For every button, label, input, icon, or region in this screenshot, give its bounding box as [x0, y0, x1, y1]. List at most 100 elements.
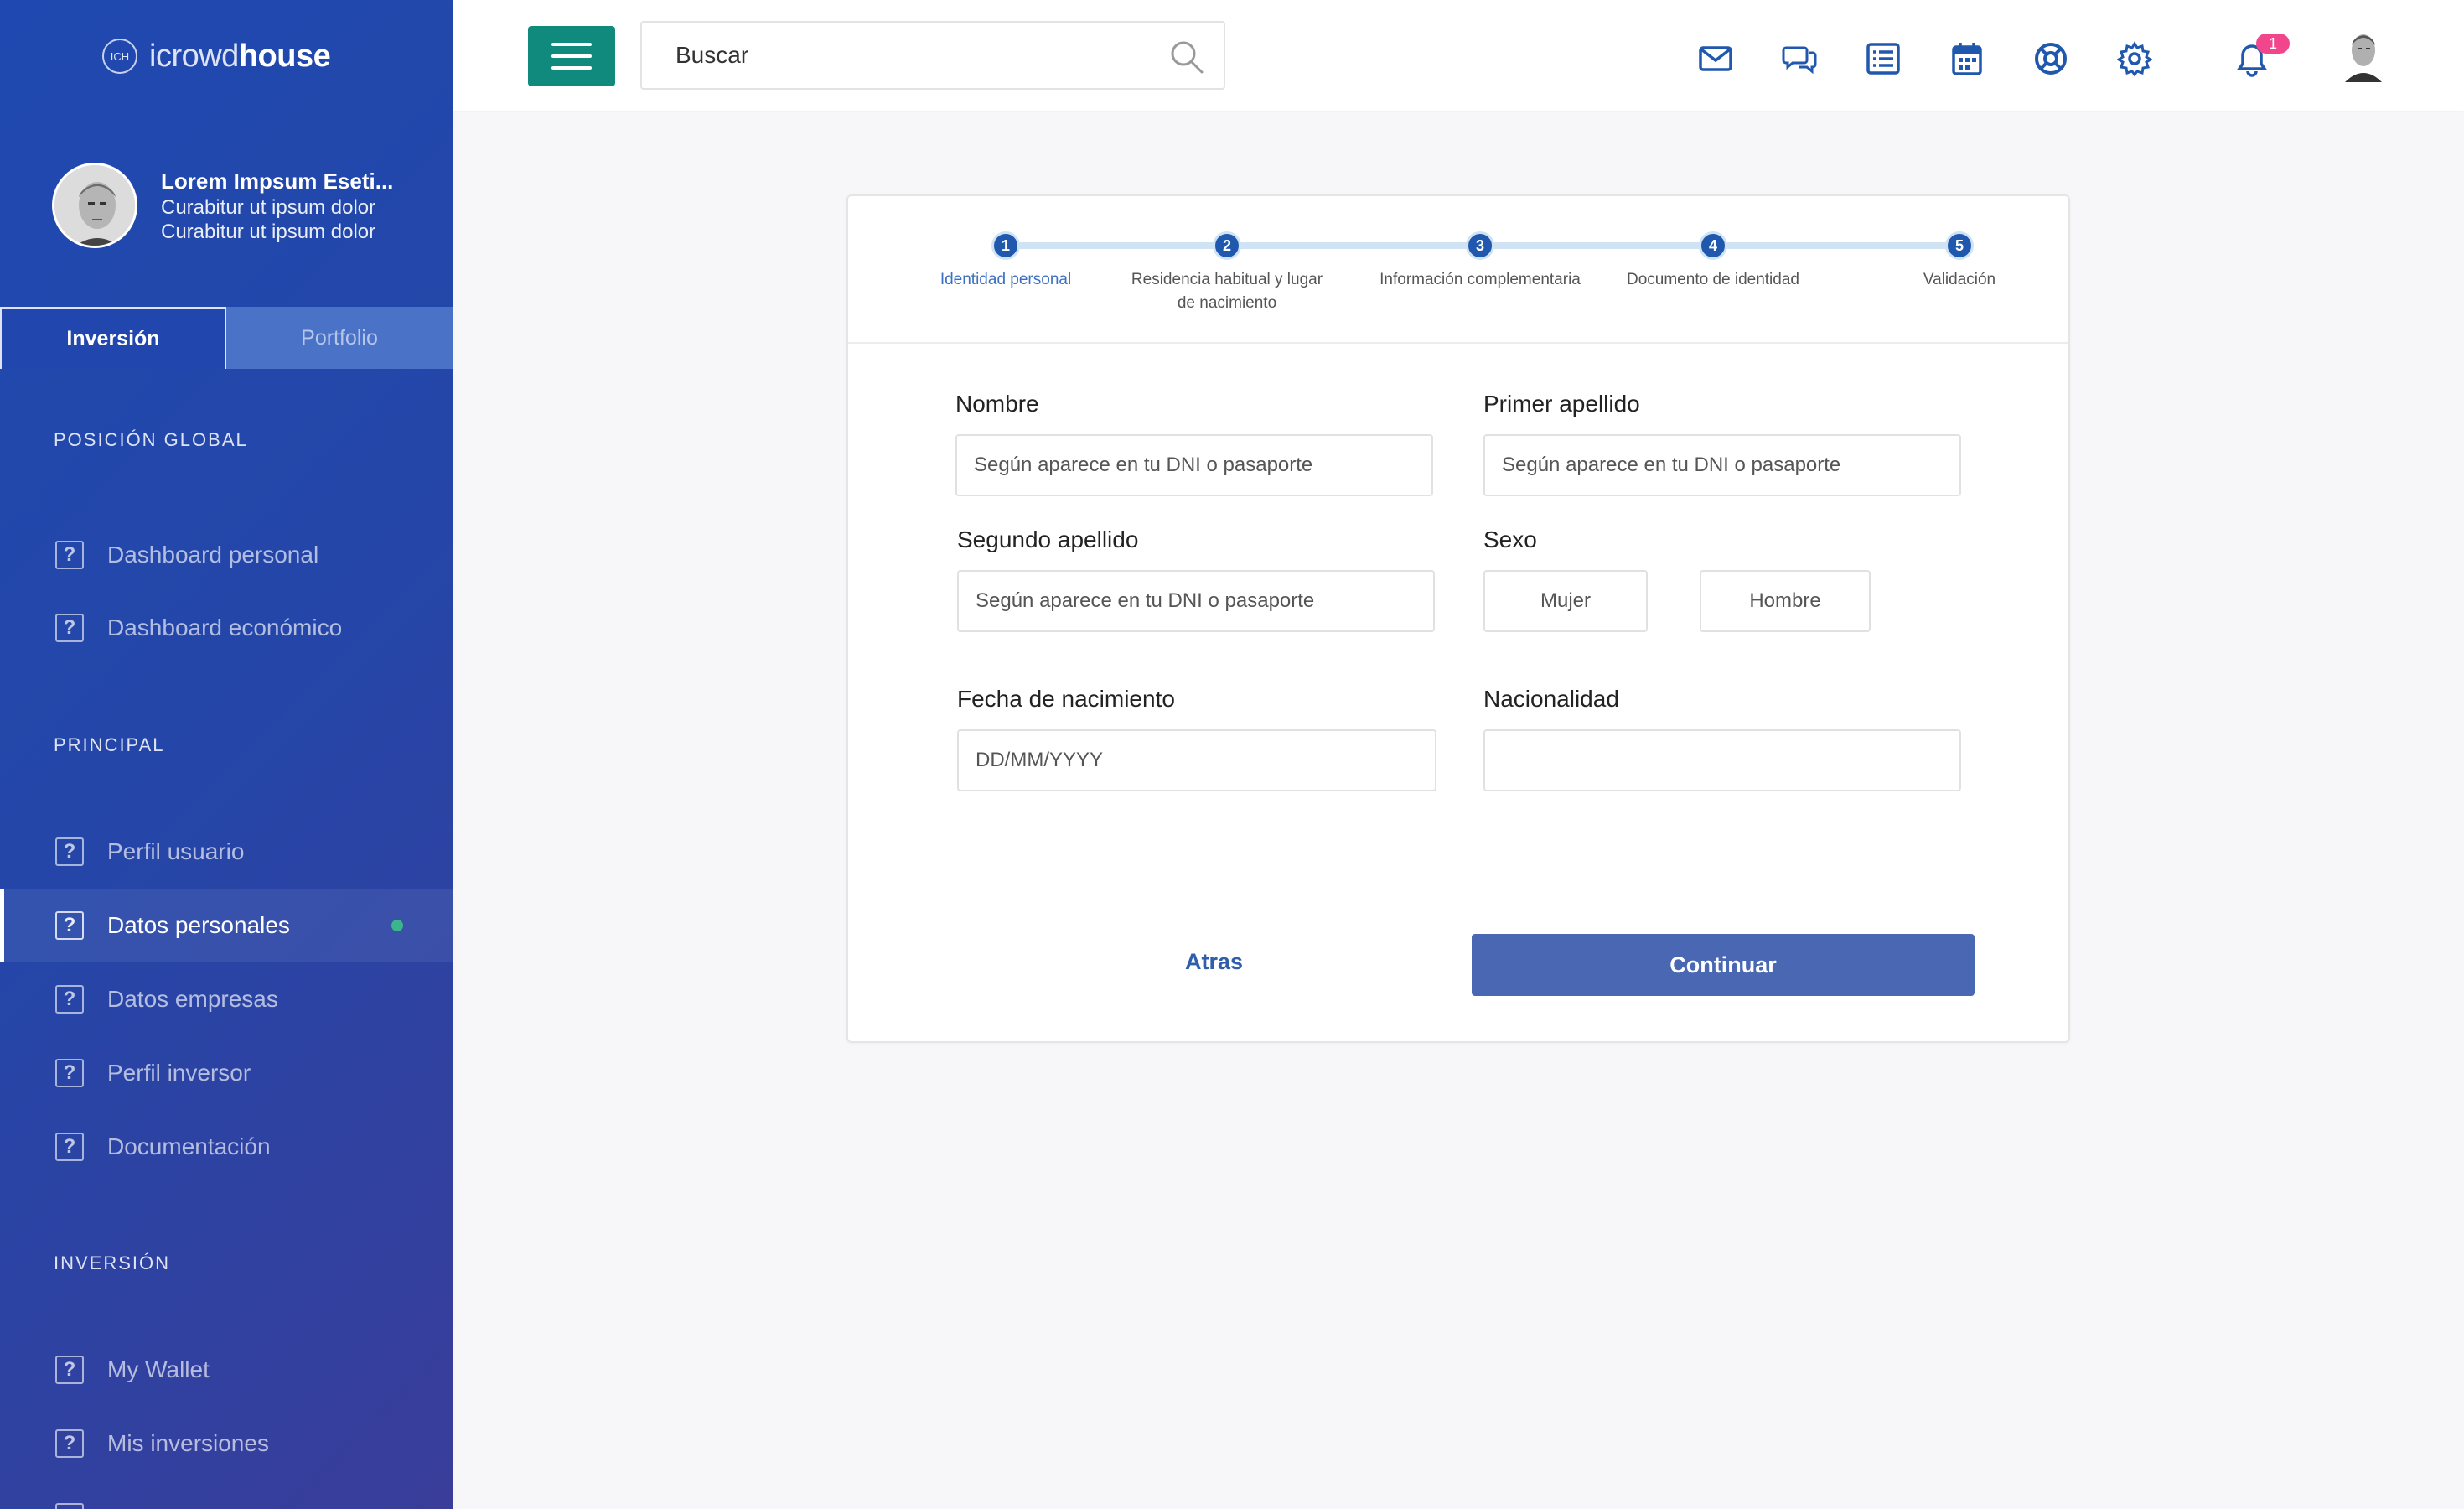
sidebar-item-perfil-inversor[interactable]: ? Perfil inversor [0, 1036, 453, 1110]
sidebar-item-my-wallet[interactable]: ? My Wallet [0, 1333, 453, 1407]
sidebar-item-datos-empresas[interactable]: ? Datos empresas [0, 962, 453, 1036]
user-portrait-icon [2340, 27, 2387, 82]
fecha-nacimiento-input[interactable]: DD/MM/YYYY [957, 729, 1436, 791]
sidebar-item-label: Perfil inversor [107, 1060, 251, 1086]
avatar[interactable] [52, 163, 137, 248]
step-4[interactable]: 4 Documento de identidad [1587, 231, 1839, 292]
step-label: Validación [1923, 271, 1996, 288]
sidebar-item-label: Dashboard económico [107, 614, 343, 640]
segundo-apellido-placeholder: Según aparece en tu DNI o pasaporte [976, 589, 1315, 612]
help-icon: ? [55, 1503, 84, 1509]
step-number: 3 [1466, 231, 1494, 260]
fecha-nacimiento-placeholder: DD/MM/YYYY [976, 749, 1104, 771]
hamburger-line [551, 54, 592, 58]
back-link[interactable]: Atras [1185, 949, 1243, 975]
sidebar-item-mis-inversiones[interactable]: ? Mis inversiones [0, 1407, 453, 1480]
gear-icon[interactable] [2117, 41, 2152, 76]
search-input[interactable]: Buscar [640, 21, 1225, 90]
step-5[interactable]: 5 Validación [1834, 231, 2085, 292]
sidebar-item-perfil-usuario[interactable]: ? Perfil usuario [0, 815, 453, 889]
brand-logo[interactable]: ICH icrowdhouse [102, 35, 331, 77]
nombre-input[interactable]: Según aparece en tu DNI o pasaporte [955, 434, 1433, 496]
profile-name: Lorem Impsum Eseti... [161, 169, 394, 194]
step-number: 1 [991, 231, 1020, 260]
sidebar-item-label: Mis inversiones [107, 1430, 269, 1456]
topbar: Buscar 1 [453, 0, 2464, 111]
profile-text: Lorem Impsum Eseti... Curabitur ut ipsum… [161, 167, 393, 244]
help-icon: ? [55, 1356, 84, 1384]
sidebar-tabs: Inversión Portfolio [0, 307, 453, 369]
nombre-placeholder: Según aparece en tu DNI o pasaporte [974, 454, 1313, 476]
user-profile[interactable]: Lorem Impsum Eseti... Curabitur ut ipsum… [52, 163, 393, 248]
list-icon[interactable] [1866, 41, 1901, 76]
section-title-principal: PRINCIPAL [54, 734, 165, 755]
sexo-option-mujer[interactable]: Mujer [1483, 570, 1648, 632]
step-3[interactable]: 3 Información complementaria [1354, 231, 1606, 292]
sexo-option-hombre[interactable]: Hombre [1700, 570, 1871, 632]
calendar-icon[interactable] [1949, 41, 1985, 76]
step-number: 5 [1945, 231, 1974, 260]
help-icon: ? [55, 985, 84, 1014]
step-number: 4 [1699, 231, 1727, 260]
profile-subtitle-1: Curabitur ut ipsum dolor [161, 196, 376, 219]
sidebar-item-label: Datos empresas [107, 986, 278, 1012]
help-icon: ? [55, 541, 84, 569]
help-icon: ? [55, 1133, 84, 1161]
hamburger-line [551, 66, 592, 70]
segundo-apellido-label: Segundo apellido [957, 526, 1139, 552]
avatar[interactable] [2340, 27, 2387, 82]
help-icon: ? [55, 1059, 84, 1087]
step-1[interactable]: 1 Identidad personal [880, 231, 1131, 292]
section-title-global: POSICIÓN GLOBAL [54, 429, 248, 450]
logo-mark: ICH [102, 39, 137, 74]
step-label: Identidad personal [940, 271, 1072, 288]
logo-text-light: icrowd [149, 38, 239, 74]
support-icon[interactable] [2033, 41, 2068, 76]
user-portrait-icon [54, 165, 135, 246]
tab-inversion[interactable]: Inversión [0, 307, 226, 369]
step-2[interactable]: 2 Residencia habitual y lugar de nacimie… [1126, 231, 1328, 315]
sidebar-item-next[interactable]: ? [0, 1480, 453, 1509]
progress-stepper: 1 Identidad personal 2 Residencia habitu… [848, 196, 2068, 344]
logo-text: icrowdhouse [149, 38, 331, 75]
personal-data-form-card: 1 Identidad personal 2 Residencia habitu… [846, 194, 2070, 1043]
primer-apellido-placeholder: Según aparece en tu DNI o pasaporte [1502, 454, 1841, 476]
menu-toggle-button[interactable] [528, 26, 615, 86]
profile-subtitle-2: Curabitur ut ipsum dolor [161, 220, 376, 243]
help-icon: ? [55, 911, 84, 940]
step-number: 2 [1213, 231, 1241, 260]
sidebar-item-datos-personales[interactable]: ? Datos personales [0, 889, 453, 962]
sidebar-item-label: Perfil usuario [107, 838, 245, 864]
step-label: Residencia habitual y lugar de nacimient… [1131, 271, 1323, 312]
tab-portfolio[interactable]: Portfolio [226, 307, 453, 369]
primer-apellido-input[interactable]: Según aparece en tu DNI o pasaporte [1483, 434, 1961, 496]
section-title-inversion: INVERSIÓN [54, 1252, 171, 1273]
segundo-apellido-input[interactable]: Según aparece en tu DNI o pasaporte [957, 570, 1435, 632]
fecha-nacimiento-label: Fecha de nacimiento [957, 686, 1175, 712]
notification-badge: 1 [2256, 34, 2290, 54]
nacionalidad-label: Nacionalidad [1483, 686, 1619, 712]
chat-icon[interactable] [1782, 41, 1817, 76]
sidebar: ICH icrowdhouse Lorem Impsum Eseti... Cu… [0, 0, 453, 1509]
mail-icon[interactable] [1698, 41, 1733, 76]
nombre-label: Nombre [955, 391, 1039, 417]
primer-apellido-label: Primer apellido [1483, 391, 1640, 417]
search-placeholder: Buscar [676, 42, 749, 68]
sidebar-item-dashboard-personal[interactable]: ? Dashboard personal [0, 518, 453, 592]
step-label: Documento de identidad [1627, 271, 1799, 288]
sidebar-item-label: My Wallet [107, 1356, 210, 1382]
help-icon: ? [55, 1429, 84, 1458]
help-icon: ? [55, 837, 84, 866]
help-icon: ? [55, 614, 84, 642]
sidebar-item-documentacion[interactable]: ? Documentación [0, 1110, 453, 1184]
continue-button[interactable]: Continuar [1472, 934, 1975, 996]
logo-text-bold: house [238, 38, 331, 74]
nacionalidad-input[interactable] [1483, 729, 1961, 791]
hamburger-line [551, 43, 592, 46]
sidebar-item-label: Dashboard personal [107, 542, 319, 568]
search-icon[interactable] [1168, 39, 1205, 75]
sexo-label: Sexo [1483, 526, 1537, 552]
sidebar-item-dashboard-economico[interactable]: ? Dashboard económico [0, 591, 453, 665]
sidebar-item-label: Documentación [107, 1133, 271, 1159]
active-indicator-dot [391, 920, 403, 931]
